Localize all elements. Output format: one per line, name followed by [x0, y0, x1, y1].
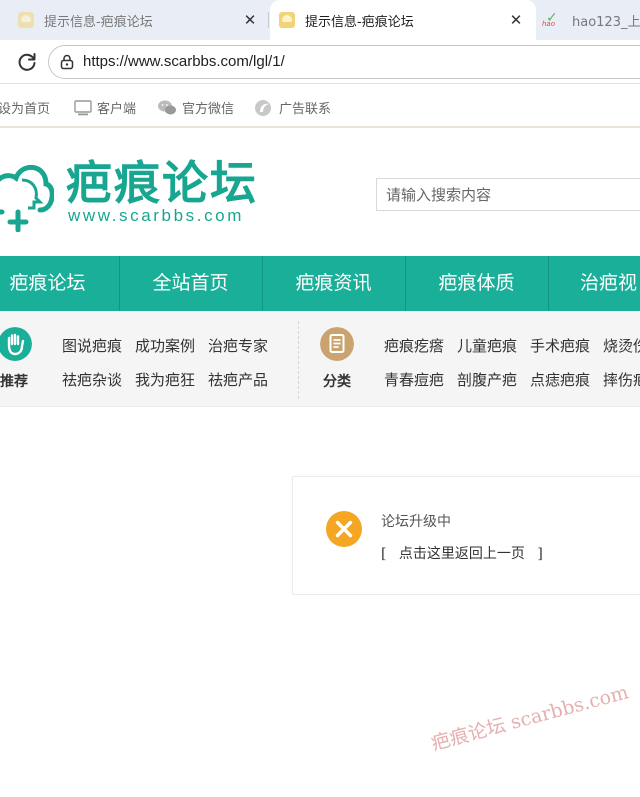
- wechat-label: 官方微信: [182, 102, 235, 117]
- browser-tab-2-active[interactable]: 提示信息-疤痕论坛 ✕: [270, 0, 536, 40]
- url-text[interactable]: https://www.scarbbs.com/lgl/1/: [83, 53, 285, 70]
- set-homepage-label: 设为首页: [0, 102, 51, 117]
- monitor-icon: [74, 99, 92, 115]
- wechat-icon: [158, 100, 176, 114]
- link-fall-injury-scars[interactable]: 摔伤疤: [603, 369, 640, 390]
- link-success-cases[interactable]: 成功案例: [135, 335, 195, 356]
- link-acne-scars[interactable]: 青春痘疤: [384, 369, 444, 390]
- main-nav: 疤痕论坛 全站首页 疤痕资讯 疤痕体质 治疤视: [0, 256, 640, 311]
- go-back-link[interactable]: [ 点击这里返回上一页 ]: [381, 543, 543, 563]
- recommend-title: 推荐: [0, 374, 28, 390]
- site-top-links: 设为首页 客户端 官方微信 广告联系: [0, 84, 640, 128]
- bracket-close: ]: [537, 546, 543, 562]
- reload-icon[interactable]: [15, 50, 39, 74]
- site-url-text: www.scarbbs.com: [68, 206, 244, 225]
- close-tab-icon[interactable]: ✕: [506, 10, 526, 30]
- category-divider: [298, 321, 299, 399]
- tab-title: 提示信息-疤痕论坛: [44, 14, 153, 30]
- classify-title: 分类: [323, 374, 351, 390]
- tab-title: hao123_上网: [572, 14, 640, 30]
- site-info-lock-icon[interactable]: [59, 54, 75, 70]
- link-surgical-scars[interactable]: 手术疤痕: [530, 335, 590, 356]
- link-burn-scars[interactable]: 烧烫伤: [603, 335, 640, 356]
- nav-item-treatment-video[interactable]: 治疤视: [548, 256, 640, 311]
- browser-tab-3[interactable]: ✓ hao hao123_上网: [538, 0, 640, 40]
- error-x-icon: [326, 511, 362, 547]
- client-link[interactable]: 客户端: [74, 98, 136, 117]
- link-illustrated-scars[interactable]: 图说疤痕: [62, 335, 122, 356]
- notice-message-box: 论坛升级中 [ 点击这里返回上一页 ]: [292, 476, 640, 595]
- go-back-text[interactable]: 点击这里返回上一页: [399, 546, 525, 562]
- set-homepage-link[interactable]: 设为首页: [0, 98, 50, 117]
- nav-item-home[interactable]: 全站首页: [119, 256, 262, 311]
- site-favicon-icon: [279, 12, 295, 28]
- site-favicon-icon: [18, 12, 34, 28]
- close-tab-icon[interactable]: ✕: [240, 10, 260, 30]
- site-name: 疤痕论坛: [66, 156, 258, 210]
- scar-forum-logo-icon[interactable]: [0, 152, 54, 232]
- wechat-link[interactable]: 官方微信: [157, 98, 234, 117]
- search-input[interactable]: [376, 178, 640, 211]
- hao123-favicon-icon: ✓ hao: [542, 10, 562, 28]
- link-scar-removal-talk[interactable]: 祛疤杂谈: [62, 369, 122, 390]
- client-label: 客户端: [97, 102, 137, 117]
- notice-title: 论坛升级中: [381, 514, 451, 530]
- ad-contact-link[interactable]: 广告联系: [254, 98, 331, 117]
- address-bar[interactable]: https://www.scarbbs.com/lgl/1/: [48, 45, 640, 79]
- document-icon: [320, 327, 354, 361]
- browser-tab-strip: 提示信息-疤痕论坛 ✕ 提示信息-疤痕论坛 ✕ ✓ hao hao123_上网: [0, 0, 640, 40]
- link-keloid[interactable]: 疤痕疙瘩: [384, 335, 444, 356]
- link-scar-products[interactable]: 祛疤产品: [208, 369, 268, 390]
- browser-toolbar: https://www.scarbbs.com/lgl/1/: [0, 40, 640, 84]
- watermark: 疤痕论坛 scarbbs.com: [429, 681, 631, 756]
- hand-icon: [0, 327, 32, 361]
- browser-tab-1[interactable]: 提示信息-疤痕论坛 ✕: [0, 0, 270, 40]
- tab-title: 提示信息-疤痕论坛: [305, 14, 414, 30]
- ad-contact-label: 广告联系: [279, 102, 332, 117]
- link-mole-removal-scars[interactable]: 点痣疤痕: [530, 369, 590, 390]
- link-scar-experts[interactable]: 治疤专家: [208, 335, 268, 356]
- nav-item-constitution[interactable]: 疤痕体质: [405, 256, 548, 311]
- tab-separator: [268, 12, 269, 28]
- link-c-section-scars[interactable]: 剖腹产疤: [457, 369, 517, 390]
- nav-item-news[interactable]: 疤痕资讯: [262, 256, 405, 311]
- hao-badge: hao: [542, 20, 556, 28]
- link-child-scars[interactable]: 儿童疤痕: [457, 335, 517, 356]
- category-panel: 推荐 图说疤痕 成功案例 治疤专家 祛疤杂谈 我为疤狂 祛疤产品 分类 疤痕疙瘩…: [0, 311, 640, 407]
- link-crazy-for-scars[interactable]: 我为疤狂: [135, 369, 195, 390]
- bracket-open: [: [381, 546, 387, 562]
- nav-item-forum[interactable]: 疤痕论坛: [0, 256, 119, 311]
- ad-contact-icon: [255, 99, 271, 116]
